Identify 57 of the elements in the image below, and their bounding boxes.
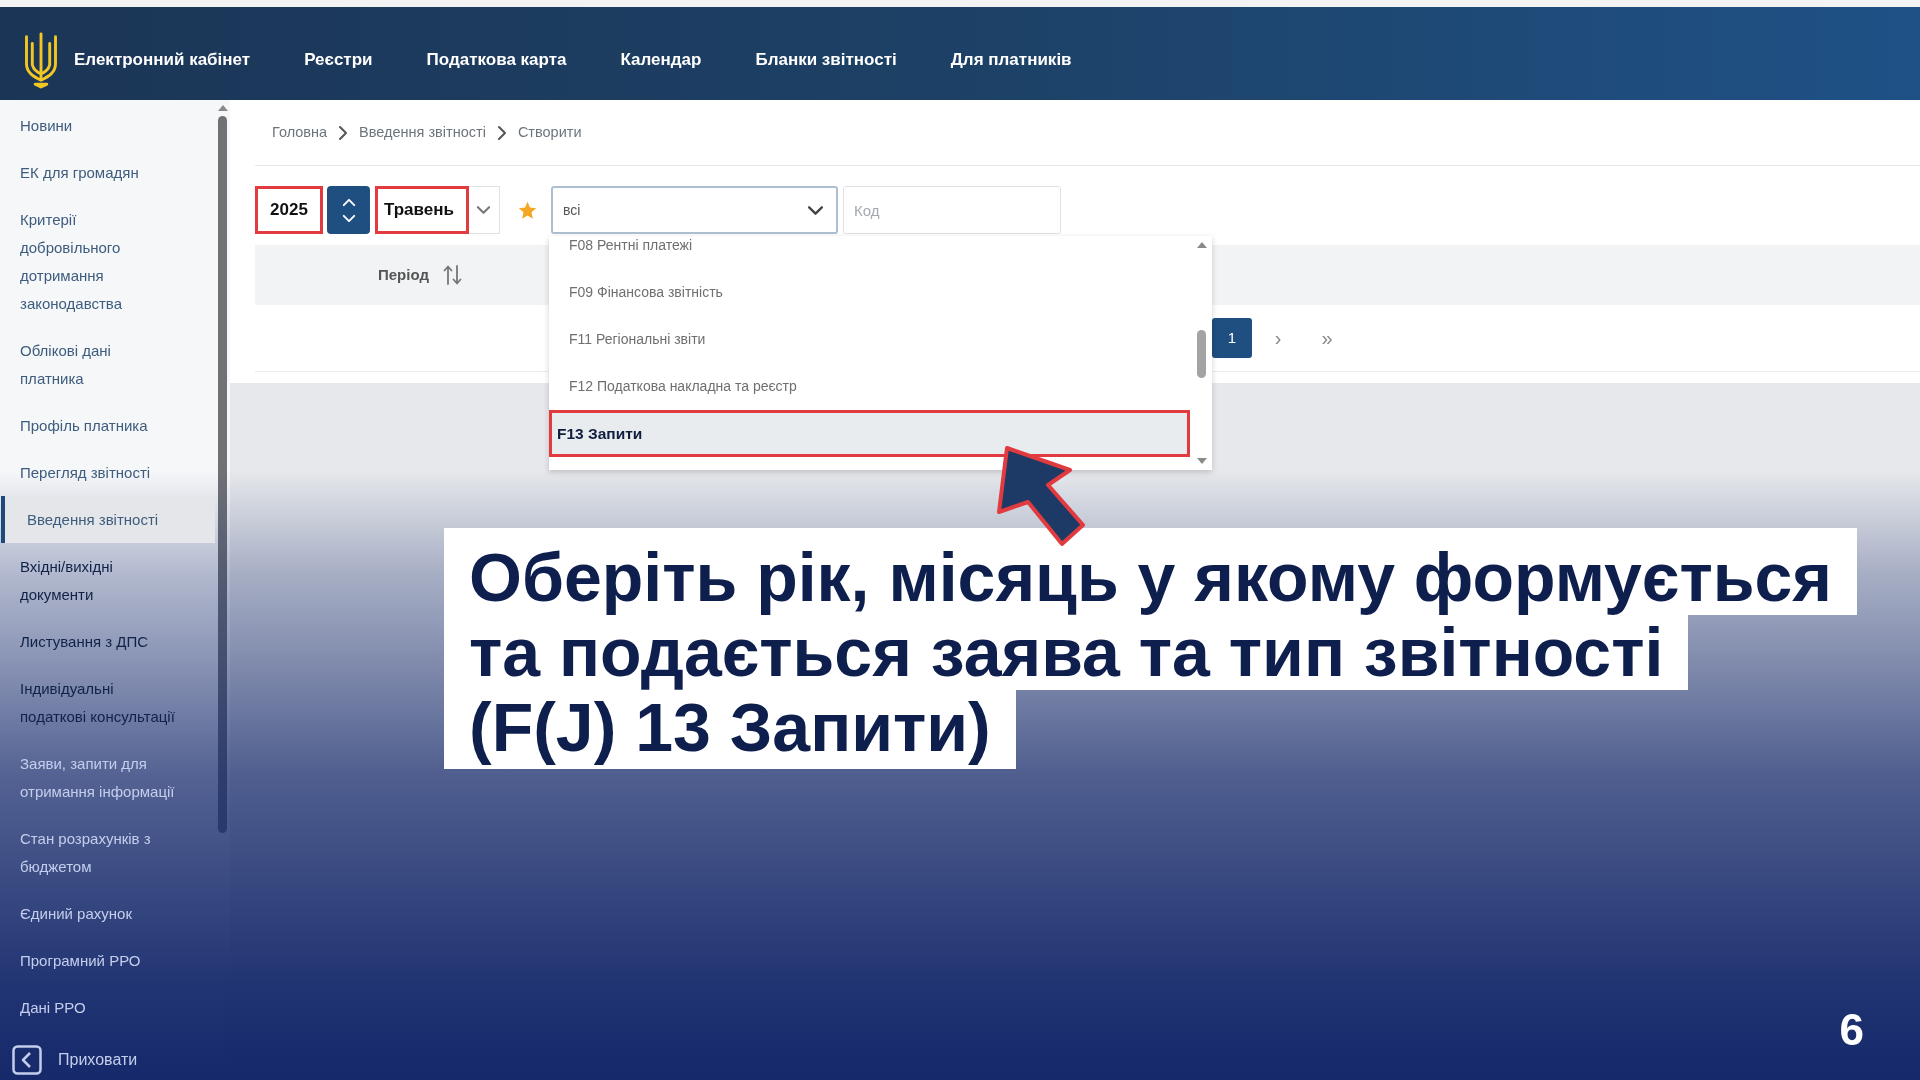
trident-logo-icon — [22, 30, 60, 89]
sidebar-item[interactable]: Профіль платника — [0, 402, 215, 449]
sidebar-item[interactable]: ЕК для громадян — [0, 149, 215, 196]
dropdown-option[interactable]: F08 Рентні платежі — [549, 236, 1190, 269]
year-field[interactable]: 2025 — [255, 186, 323, 234]
sidebar-item[interactable]: Введення звітності — [1, 496, 215, 543]
sidebar-item[interactable]: Заяви, запити для отримання інформації — [0, 740, 215, 815]
scrollbar-thumb[interactable] — [218, 116, 227, 833]
instruction-caption: Оберіть рік, місяць у якому формується та подається заява та тип звітності (F(J) 13 Запити) — [444, 528, 1858, 769]
chevron-down-icon — [807, 204, 824, 216]
sidebar-item[interactable]: Програмний РРО — [0, 937, 215, 984]
breadcrumb-current: Створити — [517, 122, 582, 142]
collapse-icon — [12, 1045, 42, 1075]
month-select[interactable]: Травень — [375, 186, 500, 234]
sidebar-item[interactable]: Єдиний рахунок — [0, 890, 215, 937]
chevron-down-icon — [341, 213, 356, 223]
collapse-button[interactable]: Приховати — [12, 1042, 138, 1078]
code-field[interactable]: Код — [843, 186, 1061, 234]
sidebar-item[interactable]: Облікові дані платника — [0, 327, 215, 402]
chevron-down-icon — [476, 205, 491, 215]
sidebar-item[interactable]: Вхідні/вихідні документи — [0, 543, 215, 618]
scrollbar-thumb[interactable] — [1197, 330, 1206, 378]
chevron-right-icon — [496, 124, 507, 141]
nav-link[interactable]: Календар — [620, 46, 702, 73]
pointer-arrow-icon — [996, 445, 1086, 547]
nav-link[interactable]: Для платників — [950, 46, 1072, 73]
column-header[interactable]: Період — [378, 263, 462, 287]
star-icon[interactable] — [518, 200, 537, 220]
sidebar-item[interactable]: Індивідуальні податкові консультації — [0, 665, 215, 740]
page-button[interactable]: 1 — [1212, 318, 1252, 358]
nav-link[interactable]: Бланки звітності — [755, 46, 897, 73]
nav-link[interactable]: Реєстри — [304, 46, 373, 73]
chevron-right-icon — [338, 124, 349, 141]
sidebar-item[interactable]: Новини — [0, 102, 215, 149]
scroll-up-icon[interactable] — [1197, 242, 1207, 248]
last-page-button[interactable]: » — [1313, 318, 1341, 358]
nav-link[interactable]: Податкова карта — [426, 46, 567, 73]
sidebar-item[interactable]: Листування з ДПС — [0, 618, 215, 665]
scroll-down-icon[interactable] — [1197, 458, 1207, 464]
sidebar-item[interactable]: Критерії добровільного дотримання законодавства — [0, 196, 215, 327]
breadcrumb-link[interactable]: Введення звітності — [359, 121, 486, 144]
sidebar-item[interactable]: Перегляд звітності — [0, 449, 215, 496]
next-page-button[interactable]: › — [1264, 318, 1292, 358]
dropdown-option[interactable]: F11 Регіональні звіти — [549, 316, 1190, 363]
slide-number: 6 — [1839, 1008, 1864, 1052]
brand-link[interactable]: Електронний кабінет — [22, 30, 251, 89]
year-spinner-button[interactable] — [327, 186, 370, 234]
sort-icon — [442, 264, 462, 286]
sidebar-item[interactable]: Дані РРО — [0, 984, 215, 1022]
breadcrumb-link[interactable]: Головна — [272, 121, 328, 144]
dropdown-option[interactable]: F09 Фінансова звітність — [549, 269, 1190, 316]
dropdown-option[interactable]: F13 Запити — [549, 410, 1190, 457]
chevron-up-icon — [341, 197, 356, 207]
report-type-select[interactable]: всі — [551, 186, 838, 234]
dropdown-option[interactable]: F12 Податкова накладна та реєстр — [549, 363, 1190, 410]
sidebar-item[interactable]: Стан розрахунків з бюджетом — [0, 815, 215, 890]
scroll-up-icon[interactable] — [218, 105, 228, 111]
